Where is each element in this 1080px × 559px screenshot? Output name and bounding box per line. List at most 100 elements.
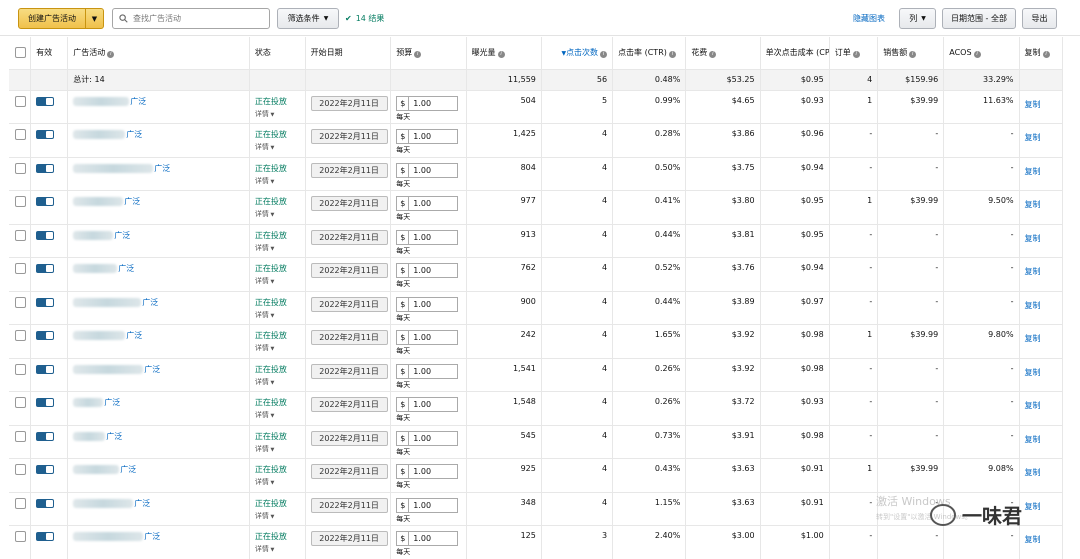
start-date-field[interactable]: 2022年2月11日 (310, 263, 388, 278)
cpc-header[interactable]: 单次点击成本 (CPC) (760, 37, 830, 70)
row-checkbox[interactable] (15, 330, 26, 341)
copy-link[interactable]: 复制 (1025, 431, 1057, 445)
campaign-name-link[interactable]: 广泛 (73, 330, 244, 340)
copy-link[interactable]: 复制 (1025, 163, 1057, 177)
details-dropdown[interactable]: 详情 ▼ (255, 444, 300, 454)
budget-input[interactable]: $1.00 (396, 196, 460, 211)
start-date-field[interactable]: 2022年2月11日 (310, 430, 388, 446)
start-date-field[interactable]: 2022年2月11日 (310, 330, 388, 345)
start-date-field[interactable]: 2022年2月11日 (310, 531, 388, 546)
active-toggle[interactable] (36, 163, 55, 173)
budget-value[interactable]: 1.00 (408, 129, 459, 144)
budget-input[interactable]: $1.00 (396, 363, 460, 379)
active-toggle[interactable] (36, 364, 55, 374)
details-dropdown[interactable]: 详情 ▼ (255, 243, 300, 253)
start-date-field[interactable]: 2022年2月11日 (310, 196, 388, 211)
details-dropdown[interactable]: 详情 ▼ (255, 377, 300, 387)
row-checkbox[interactable] (15, 296, 26, 308)
budget-input[interactable]: $1.00 (396, 229, 460, 245)
info-icon[interactable]: i (414, 51, 422, 59)
info-icon[interactable]: i (668, 51, 676, 59)
info-icon[interactable]: i (709, 51, 717, 59)
details-dropdown[interactable]: 详情 ▼ (255, 410, 300, 420)
copy-link[interactable]: 复制 (1025, 263, 1057, 277)
details-dropdown[interactable]: 详情 ▼ (255, 109, 300, 119)
create-campaign-button[interactable]: 创建广告活动 ▼ (18, 8, 104, 29)
active-toggle[interactable] (36, 398, 55, 407)
campaign-name-link[interactable]: 广泛 (73, 230, 244, 240)
copy-link[interactable]: 复制 (1025, 230, 1057, 244)
campaign-name-link[interactable]: 广泛 (73, 196, 244, 206)
start-date-field[interactable]: 2022年2月11日 (310, 229, 388, 245)
start-date-field[interactable]: 2022年2月11日 (310, 95, 388, 111)
active-toggle[interactable] (36, 532, 55, 541)
row-checkbox[interactable] (15, 363, 26, 375)
copy-link[interactable]: 复制 (1025, 364, 1057, 378)
info-icon[interactable]: i (909, 51, 917, 59)
campaign-name-link[interactable]: 广泛 (73, 96, 244, 106)
row-checkbox[interactable] (15, 430, 26, 442)
campaign-name-link[interactable]: 广泛 (73, 263, 244, 273)
row-checkbox[interactable] (15, 162, 26, 174)
info-icon[interactable]: i (497, 51, 505, 59)
row-checkbox[interactable] (15, 397, 26, 408)
ctr-header[interactable]: 点击率 (CTR) i (612, 37, 687, 70)
details-dropdown[interactable]: 详情 ▼ (255, 209, 300, 219)
orders-header[interactable]: 订单 i (829, 37, 879, 70)
start-date-field[interactable]: 2022年2月11日 (310, 162, 388, 178)
details-dropdown[interactable]: 详情 ▼ (255, 343, 300, 353)
active-toggle[interactable] (36, 130, 55, 139)
budget-value[interactable]: 1.00 (408, 296, 459, 312)
active-toggle[interactable] (36, 431, 55, 441)
start-date-field[interactable]: 2022年2月11日 (310, 129, 388, 144)
row-checkbox[interactable] (15, 497, 26, 509)
budget-input[interactable]: $1.00 (396, 330, 460, 345)
info-icon[interactable]: i (973, 50, 981, 58)
hide-chart-link[interactable]: 隐藏图表 (853, 13, 885, 24)
active-toggle[interactable] (36, 297, 55, 307)
row-checkbox[interactable] (15, 196, 26, 207)
budget-input[interactable]: $1.00 (396, 497, 460, 513)
budget-input[interactable]: $1.00 (396, 263, 460, 278)
details-dropdown[interactable]: 详情 ▼ (255, 544, 300, 554)
budget-value[interactable]: 1.00 (408, 497, 459, 513)
budget-input[interactable]: $1.00 (396, 162, 460, 178)
start-date-field[interactable]: 2022年2月11日 (310, 464, 388, 479)
campaign-name-link[interactable]: 广泛 (73, 364, 244, 374)
copy-link[interactable]: 复制 (1025, 464, 1057, 478)
campaign-name-link[interactable]: 广泛 (73, 397, 244, 407)
copy-link[interactable]: 复制 (1025, 498, 1057, 512)
budget-value[interactable]: 1.00 (408, 531, 459, 546)
status-header[interactable]: 状态 (249, 37, 306, 70)
budget-value[interactable]: 1.00 (408, 196, 459, 211)
active-header[interactable]: 有效 (30, 37, 69, 70)
row-checkbox[interactable] (15, 229, 26, 241)
chevron-down-icon[interactable]: ▼ (85, 9, 103, 28)
budget-input[interactable]: $1.00 (396, 296, 460, 312)
copy-link[interactable]: 复制 (1025, 531, 1057, 545)
budget-input[interactable]: $1.00 (396, 464, 460, 479)
budget-value[interactable]: 1.00 (408, 229, 459, 245)
budget-value[interactable]: 1.00 (408, 464, 459, 479)
budget-input[interactable]: $1.00 (396, 95, 460, 111)
active-toggle[interactable] (36, 264, 55, 273)
budget-value[interactable]: 1.00 (408, 397, 459, 412)
copy-header[interactable]: 复制 i (1019, 37, 1064, 70)
details-dropdown[interactable]: 详情 ▼ (255, 176, 300, 186)
info-icon[interactable]: i (600, 51, 608, 59)
campaign-search[interactable] (112, 8, 270, 29)
filter-button[interactable]: 筛选条件 ▼ (277, 8, 339, 29)
start-date-header[interactable]: 开始日期 (305, 37, 392, 70)
clicks-header[interactable]: ▼点击次数 i (541, 37, 614, 70)
row-checkbox[interactable] (15, 531, 26, 542)
export-button[interactable]: 导出 (1022, 8, 1057, 29)
columns-button[interactable]: 列 ▼ (899, 8, 936, 29)
spend-header[interactable]: 花费 i (685, 37, 761, 70)
active-toggle[interactable] (36, 197, 55, 206)
info-icon[interactable]: i (1042, 51, 1050, 59)
copy-link[interactable]: 复制 (1025, 297, 1057, 311)
start-date-field[interactable]: 2022年2月11日 (310, 397, 388, 412)
campaign-name-link[interactable]: 广泛 (73, 498, 244, 508)
select-all-checkbox[interactable] (15, 47, 26, 59)
campaign-name-link[interactable]: 广泛 (73, 163, 244, 173)
